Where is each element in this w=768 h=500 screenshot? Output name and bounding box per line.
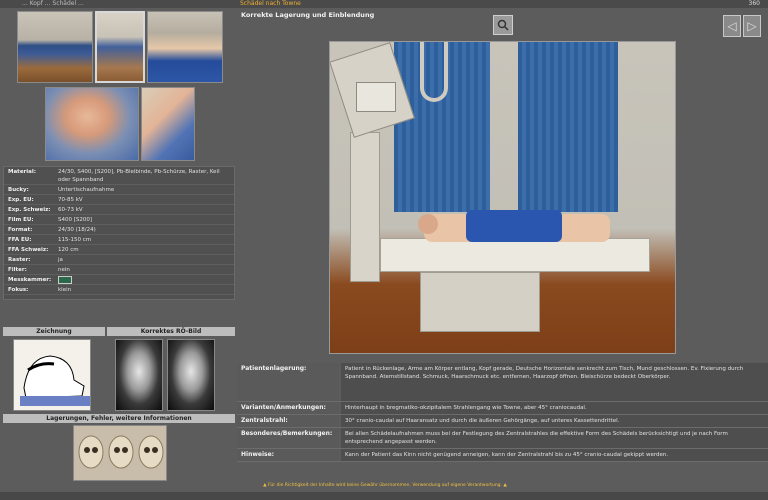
chamber-icon: [58, 276, 72, 284]
zoom-button[interactable]: [493, 15, 513, 35]
info-row: Besonderes/Bemerkungen: Bei allen Schädel…: [237, 428, 768, 449]
xray-stand: [350, 132, 380, 282]
disclaimer: ▲ Für die Richtigkeit der Inhalte wird k…: [263, 483, 507, 488]
xray-header: Korrektes RÖ-Bild: [107, 327, 235, 336]
head-sketch-icon: [20, 355, 90, 406]
thumbnail-4[interactable]: [45, 87, 139, 161]
breadcrumb: ... Kopf ... Schädel ...: [22, 0, 84, 7]
detail-row: Film EU: S400 [S200]: [4, 215, 234, 225]
exam-table: [380, 238, 650, 272]
info-table: Patientenlagerung: Patient in Rückenlage,…: [237, 363, 768, 481]
detail-row: Exp. EU: 70-85 kV: [4, 195, 234, 205]
top-bar: ... Kopf ... Schädel ... Schädel nach To…: [0, 0, 768, 8]
detail-row: Format: 24/30 (18/24): [4, 225, 234, 235]
detail-row: FFA Schweiz: 120 cm: [4, 245, 234, 255]
thumbnail-2[interactable]: [95, 11, 145, 83]
detail-row: FFA EU: 115-150 cm: [4, 235, 234, 245]
detail-row: Bucky: Untertischaufnahme: [4, 185, 234, 195]
detail-row: Fokus: klein: [4, 285, 234, 295]
skulls-image[interactable]: [73, 425, 167, 481]
next-button[interactable]: ▷: [743, 15, 761, 37]
info-row: Hinweise: Kann der Patient das Kinn nicht…: [237, 449, 768, 462]
prev-button[interactable]: ◁: [723, 15, 741, 37]
table-base: [420, 272, 540, 332]
patient-head: [418, 214, 438, 234]
thumbnail-3[interactable]: [147, 11, 223, 83]
detail-row: Filter: nein: [4, 265, 234, 275]
detail-row: Exp. Schweiz: 60-73 kV: [4, 205, 234, 215]
positioning-header: Lagerungen, Fehler, weitere Informatione…: [3, 414, 235, 423]
app-window: ... Kopf ... Schädel ... Schädel nach To…: [0, 0, 768, 500]
drawing-image[interactable]: [13, 339, 91, 411]
thumbnail-1[interactable]: [17, 11, 93, 83]
xray-image-1[interactable]: [115, 339, 163, 411]
xray-image-2[interactable]: [167, 339, 215, 411]
main-panel: Korrekte Lagerung und Einblendung ◁ ▷ Pa…: [237, 9, 768, 489]
info-row: Zentralstrahl: 30° cranio-caudal auf Haar…: [237, 415, 768, 428]
xray-cable: [420, 42, 448, 102]
bottom-bar: [0, 492, 768, 500]
xray-collimator: [356, 82, 396, 112]
detail-row: Material: 24/30, S400, [S200], Pb-Bleibin…: [4, 167, 234, 185]
info-row: Patientenlagerung: Patient in Rückenlage,…: [237, 363, 768, 402]
skull-icons: [78, 435, 164, 469]
drawing-header: Zeichnung: [3, 327, 105, 336]
detail-row: Raster: ja: [4, 255, 234, 265]
positioning-photo[interactable]: [329, 41, 676, 354]
page-title: Schädel nach Towne: [240, 0, 301, 7]
info-row: Varianten/Anmerkungen: Hinterhaupt in bre…: [237, 402, 768, 415]
curtain-right: [518, 42, 618, 212]
left-panel: Material: 24/30, S400, [S200], Pb-Bleibin…: [3, 9, 235, 489]
detail-row: Messkammer:: [4, 275, 234, 285]
page-number: 360: [748, 0, 760, 7]
lead-apron: [466, 210, 562, 242]
exposure-details: Material: 24/30, S400, [S200], Pb-Bleibin…: [3, 166, 235, 300]
magnifier-icon: [497, 19, 509, 31]
thumbnail-5[interactable]: [141, 87, 195, 161]
section-title: Korrekte Lagerung und Einblendung: [241, 11, 375, 19]
